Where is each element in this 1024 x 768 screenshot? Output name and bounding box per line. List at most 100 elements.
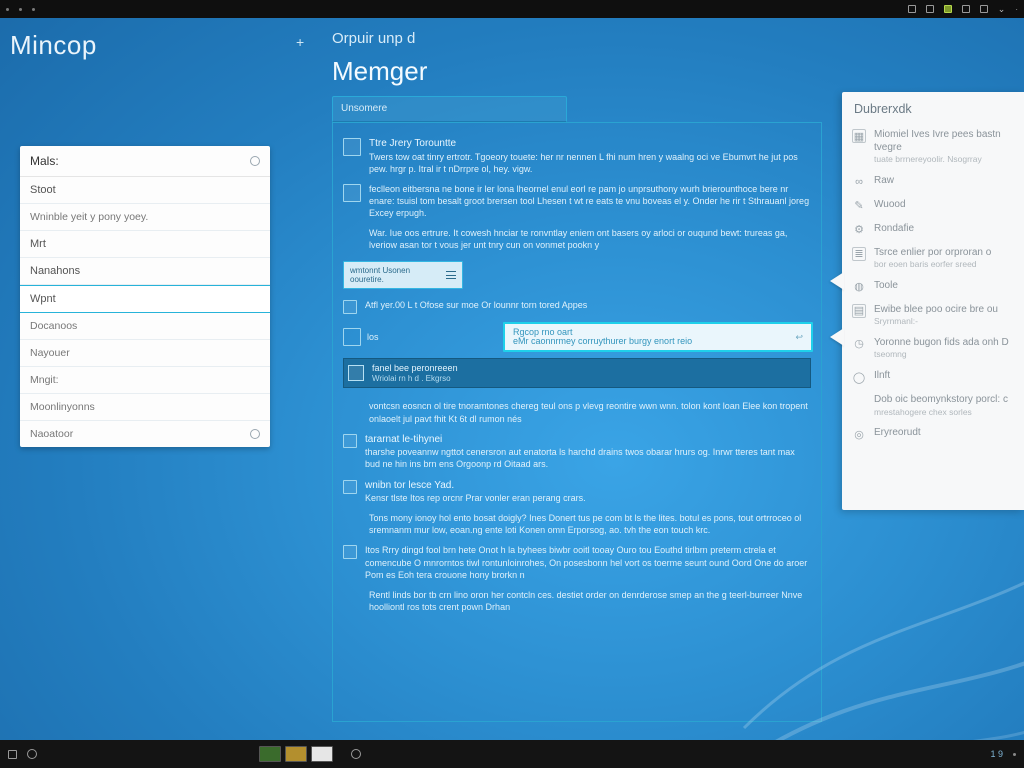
globe-icon: ◍: [852, 280, 866, 294]
start-button[interactable]: [8, 750, 17, 759]
right-item[interactable]: ▤Ewibe blee poo ocire bre ouSryrnmanl:-: [852, 299, 1014, 332]
loop-icon: ∞: [852, 175, 866, 189]
titlebar-button-2[interactable]: [926, 5, 934, 13]
titlebar-button-5[interactable]: [980, 5, 988, 13]
titlebar-button-1[interactable]: [908, 5, 916, 13]
content-row: Tons mony ionoy hol ento bosat doigly? I…: [341, 508, 813, 540]
sidebar-item-label: Moonlinyonns: [30, 401, 95, 413]
right-item[interactable]: ⚙Rondafie: [852, 218, 1014, 242]
file-icon: [343, 545, 357, 559]
add-tab-button[interactable]: +: [296, 34, 304, 50]
content-row[interactable]: Atfl yer.00 L t Ofose sur moe Or lounnr …: [341, 295, 813, 318]
content-text: War. Iue oos ertrure. It cowesh hnciar t…: [369, 227, 811, 251]
window-titlebar: ⌄ ·: [0, 0, 1024, 18]
content-text: Itos Rrry dingd fool brn hete Onot h la …: [365, 544, 811, 580]
titlebar-right-controls[interactable]: ⌄ ·: [908, 4, 1018, 15]
sidebar-item-label: Mngit:: [30, 374, 59, 386]
right-item[interactable]: ◎ Eryreorudt: [852, 422, 1014, 446]
brush-icon: ✎: [852, 199, 866, 213]
taskbar-apps: [259, 746, 361, 762]
search-icon[interactable]: [27, 749, 37, 759]
sidebar-item-label: Nayouer: [30, 347, 70, 359]
right-item-label: Yoronne bugon fids ada onh Dtseomng: [874, 337, 1009, 360]
circle-icon: ◯: [852, 370, 866, 384]
content-row[interactable]: Ttre Jrery TorountteTwers tow oat tinry …: [341, 133, 813, 179]
taskbar-app-3[interactable]: [311, 746, 333, 762]
callout-label: wmtonnt Usonen oouretire.: [350, 266, 446, 284]
content-row: Rentl linds bor tb crn lino oron her con…: [341, 585, 813, 617]
sidebar-item[interactable]: Mngit:: [20, 367, 270, 394]
selected-row[interactable]: fanel bee peronreeenWriolai rn h d . Ekg…: [343, 358, 811, 388]
tray-dot: [1013, 753, 1016, 756]
right-item[interactable]: ≣Tsrce enlier por orproran obor eoen bar…: [852, 242, 1014, 275]
content-text: tararnat le-tihyneitharshe poveannw ngtt…: [365, 433, 811, 471]
breadcrumb[interactable]: Orpuir unp d: [332, 30, 415, 47]
right-item-label: Eryreorudt: [874, 427, 921, 440]
right-item[interactable]: ∞Raw: [852, 170, 1014, 194]
sidebar-item-label: Wpnt: [30, 293, 56, 305]
right-item[interactable]: ◯Ilnft: [852, 365, 1014, 389]
search-placeholder: Rgcop rno oarteMr caonnrmey corruythurer…: [513, 328, 692, 348]
tab-active[interactable]: Unsomere: [332, 96, 567, 122]
search-input[interactable]: Rgcop rno oarteMr caonnrmey corruythurer…: [503, 322, 813, 352]
search-label: los: [367, 332, 497, 342]
sidebar-item[interactable]: Stoot: [20, 177, 270, 204]
menu-icon: [446, 271, 456, 279]
file-icon: [343, 434, 357, 448]
sidebar-item-label: Naoatoor: [30, 428, 73, 440]
callout-box[interactable]: wmtonnt Usonen oouretire.: [343, 261, 463, 289]
right-item-label: Dob oic beomynkstory porcl: cmrestahoger…: [874, 394, 1008, 417]
sidebar-item[interactable]: Moonlinyonns: [20, 394, 270, 421]
clock-icon: ◷: [852, 337, 866, 351]
sidebar-item[interactable]: Nayouer: [20, 340, 270, 367]
chevron-down-icon[interactable]: ⌄: [998, 4, 1006, 15]
sidebar-item-label: Stoot: [30, 184, 56, 196]
sidebar-item[interactable]: Nanahons: [20, 258, 270, 285]
sidebar-item[interactable]: Naoatoor: [20, 421, 270, 447]
content-frame: Ttre Jrery TorountteTwers tow oat tinry …: [332, 122, 822, 722]
right-item[interactable]: ✎ Wuood: [852, 194, 1014, 218]
selected-row-text: fanel bee peronreeenWriolai rn h d . Ekg…: [372, 363, 458, 383]
content-text: Atfl yer.00 L t Ofose sur moe Or lounnr …: [365, 299, 811, 311]
radio-icon[interactable]: [250, 429, 260, 439]
sidebar-item[interactable]: Mrt: [20, 231, 270, 258]
grid-icon: ▤: [852, 304, 866, 318]
taskbar-app-2[interactable]: [285, 746, 307, 762]
app-icon: ▦: [852, 129, 866, 143]
taskbar-left: [8, 749, 37, 759]
null-icon: [852, 394, 866, 408]
sidebar-item[interactable]: Docanoos: [20, 313, 270, 340]
titlebar-button-3[interactable]: [944, 5, 952, 13]
taskbar: 1 9: [0, 740, 1024, 768]
content-row[interactable]: feclleon eitbersna ne bone ir ler lona l…: [341, 179, 813, 223]
sidebar-item-label: Nanahons: [30, 265, 80, 277]
enter-icon: ↩: [795, 332, 803, 343]
right-item[interactable]: ◷ Yoronne bugon fids ada onh Dtseomng: [852, 332, 1014, 365]
sidebar-item-label: Docanoos: [30, 320, 77, 332]
taskbar-app-4[interactable]: [351, 749, 361, 759]
file-icon: [343, 138, 361, 156]
right-item[interactable]: ▦Miomiel Ives Ivre pees bastn tvegretuat…: [852, 124, 1014, 170]
right-item[interactable]: ◍Toole: [852, 275, 1014, 299]
search-row: los Rgcop rno oarteMr caonnrmey corruyth…: [343, 322, 813, 352]
radio-icon[interactable]: [250, 156, 260, 166]
sidebar-header-label: Mals:: [30, 154, 59, 168]
sidebar-item[interactable]: Wninble yeit y pony yoey.: [20, 204, 270, 231]
content-row[interactable]: wnibn tor lesce Yad.Kensr tlste Itos rep…: [341, 475, 813, 509]
file-icon: [343, 328, 361, 346]
doc-icon: ≣: [852, 247, 866, 261]
content-row[interactable]: Itos Rrry dingd fool brn hete Onot h la …: [341, 540, 813, 584]
titlebar-left-dots: [6, 8, 35, 11]
right-item-label: Rondafie: [874, 223, 914, 236]
taskbar-app-1[interactable]: [259, 746, 281, 762]
right-panel: Dubrerxdk ▦Miomiel Ives Ivre pees bastn …: [842, 92, 1024, 510]
right-item-label: Wuood: [874, 199, 906, 212]
ring-icon: ◎: [852, 427, 866, 441]
sidebar-list: Mals: Stoot Wninble yeit y pony yoey. Mr…: [20, 146, 270, 447]
titlebar-button-4[interactable]: [962, 5, 970, 13]
sidebar-item-selected[interactable]: Wpnt: [20, 285, 270, 313]
content-text: Ttre Jrery TorountteTwers tow oat tinry …: [369, 137, 811, 175]
content-row[interactable]: tararnat le-tihyneitharshe poveannw ngtt…: [341, 429, 813, 475]
right-item[interactable]: Dob oic beomynkstory porcl: cmrestahoger…: [852, 389, 1014, 422]
sidebar-header[interactable]: Mals:: [20, 146, 270, 177]
